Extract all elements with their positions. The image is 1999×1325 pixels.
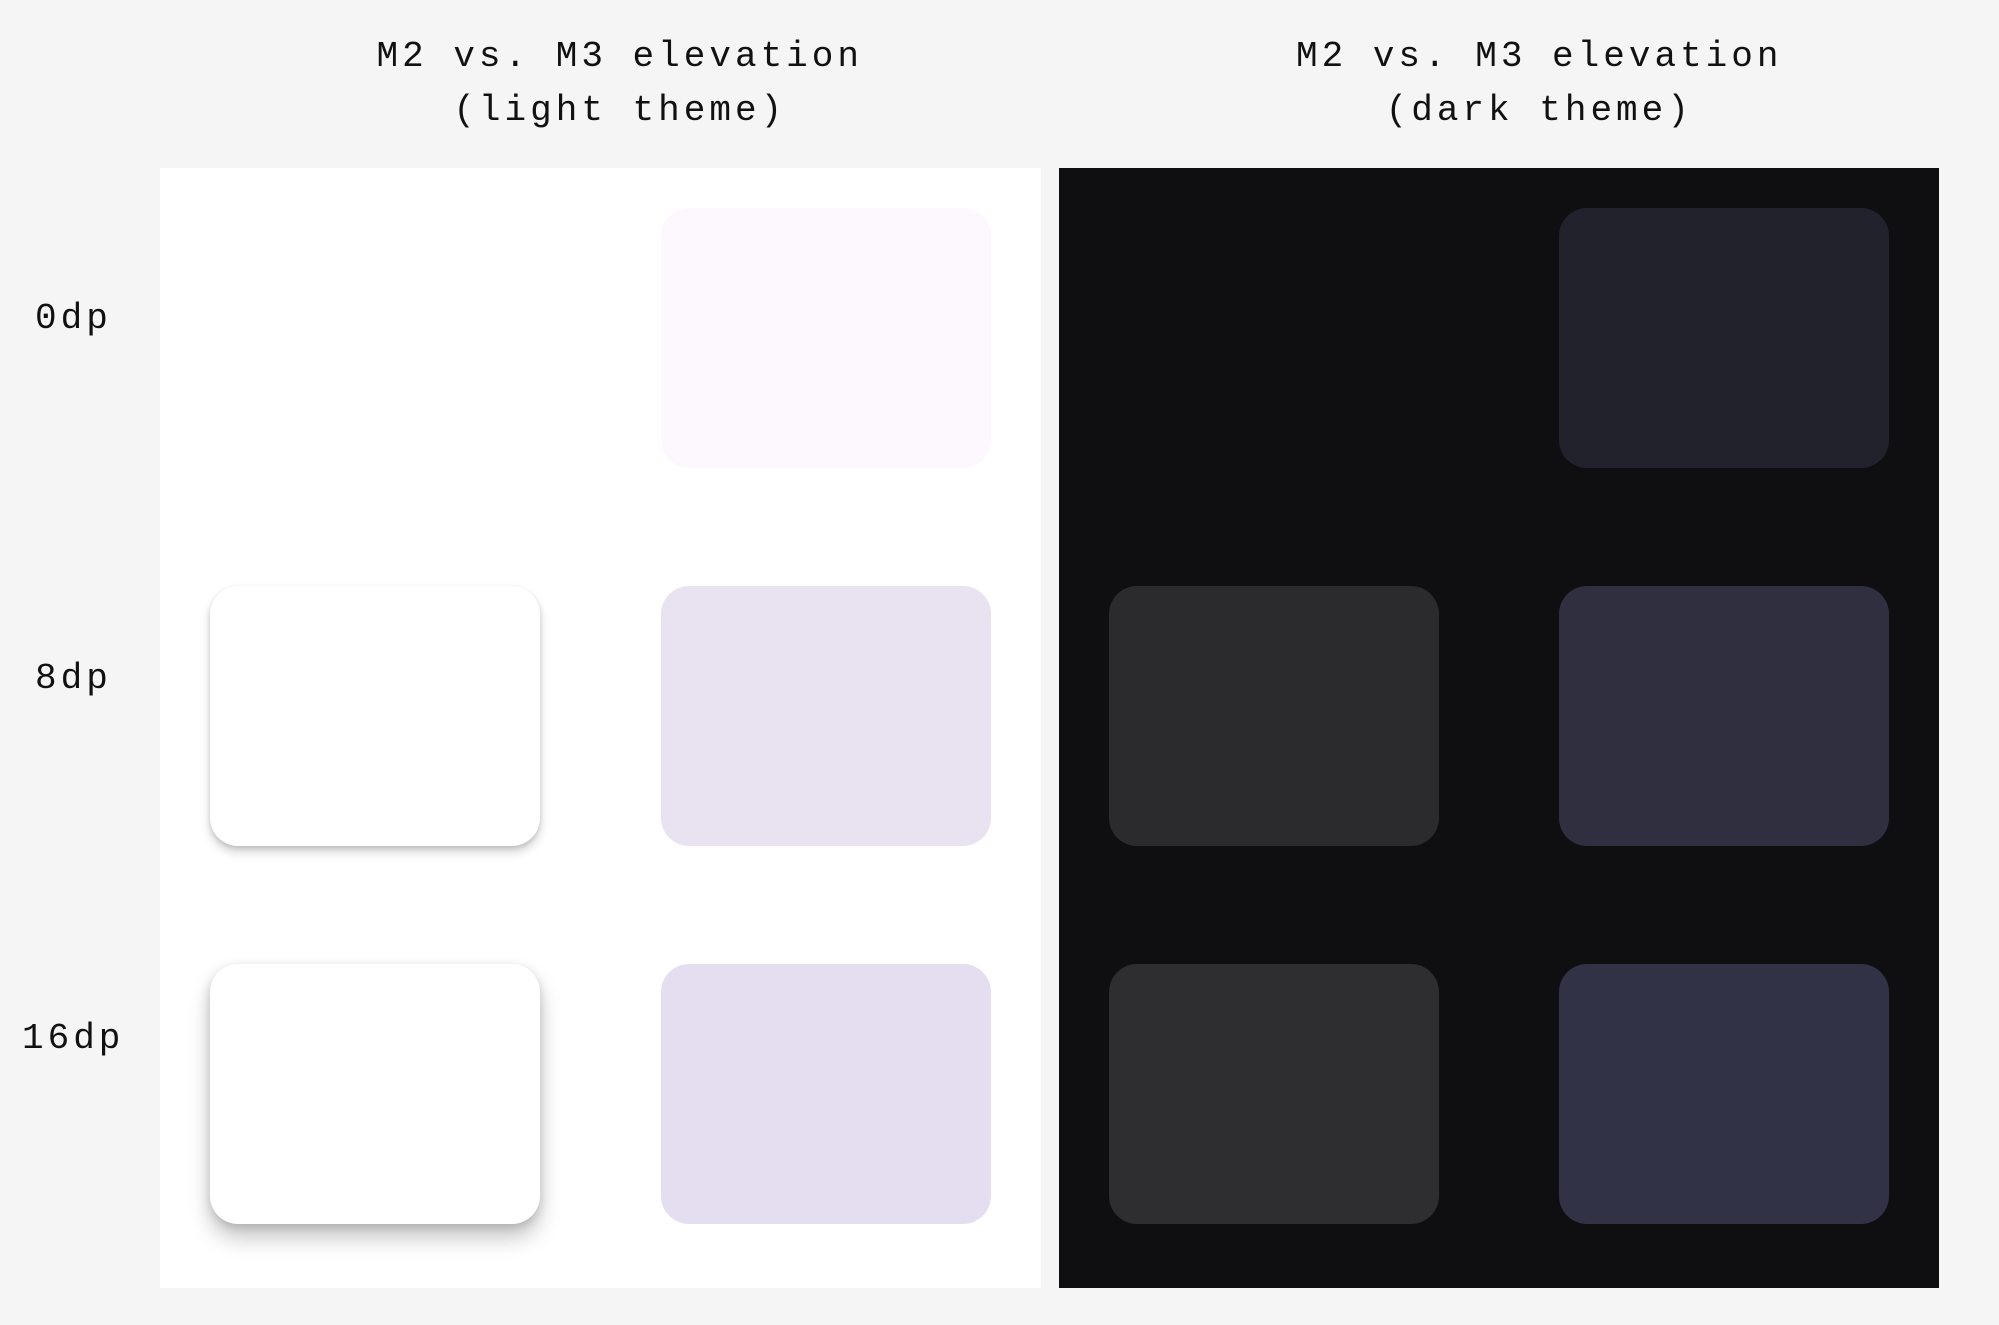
light-row-8dp [210, 586, 991, 870]
swatch-light-m3-16dp [661, 964, 991, 1224]
swatch-dark-m3-8dp [1559, 586, 1889, 846]
swatch-light-m2-16dp [210, 964, 540, 1224]
elevation-label-8dp: 8dp [35, 658, 112, 699]
swatch-light-m2-8dp [210, 586, 540, 846]
dark-row-0dp [1109, 208, 1890, 492]
light-row-16dp [210, 964, 991, 1248]
header-dark-line2: (dark theme) [1080, 84, 1999, 138]
header-light: M2 vs. M3 elevation (light theme) [160, 30, 1080, 138]
headers-row: M2 vs. M3 elevation (light theme) M2 vs.… [0, 30, 1999, 138]
panels-wrap [160, 168, 1999, 1288]
labels-column: 0dp 8dp 16dp [0, 168, 160, 1288]
swatch-dark-m2-8dp [1109, 586, 1439, 846]
swatch-dark-m2-16dp [1109, 964, 1439, 1224]
diagram-container: M2 vs. M3 elevation (light theme) M2 vs.… [0, 0, 1999, 1325]
header-dark: M2 vs. M3 elevation (dark theme) [1080, 30, 1999, 138]
elevation-label-0dp: 0dp [35, 298, 112, 339]
swatch-dark-m3-0dp [1559, 208, 1889, 468]
panels-area: 0dp 8dp 16dp [0, 168, 1999, 1288]
header-dark-line1: M2 vs. M3 elevation [1080, 30, 1999, 84]
light-row-0dp [210, 208, 991, 492]
dark-row-8dp [1109, 586, 1890, 870]
swatch-light-m3-0dp [661, 208, 991, 468]
header-light-line2: (light theme) [160, 84, 1080, 138]
header-light-line1: M2 vs. M3 elevation [160, 30, 1080, 84]
panel-dark [1059, 168, 1940, 1288]
swatch-dark-m3-16dp [1559, 964, 1889, 1224]
swatch-light-m3-8dp [661, 586, 991, 846]
elevation-label-16dp: 16dp [22, 1018, 124, 1059]
dark-row-16dp [1109, 964, 1890, 1248]
panel-light [160, 168, 1041, 1288]
